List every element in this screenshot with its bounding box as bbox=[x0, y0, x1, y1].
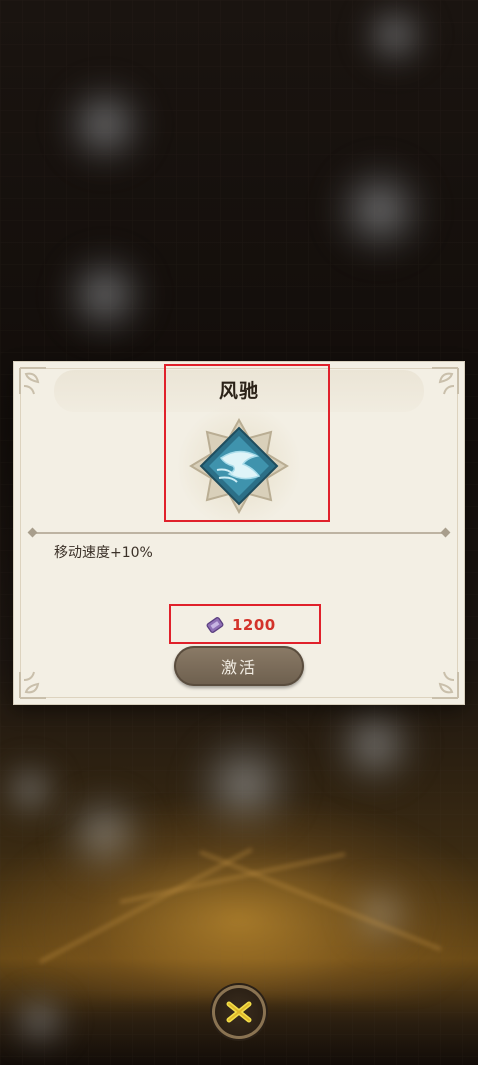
skill-description: 移动速度+10% bbox=[54, 545, 153, 561]
divider-cap bbox=[27, 527, 38, 538]
skill-activation-dialog: 风驰 移动速度+10% 1200 激活 bbox=[14, 362, 464, 704]
blurred-orb bbox=[60, 250, 150, 340]
highlight-cost-box bbox=[169, 604, 321, 644]
divider-cap bbox=[440, 527, 451, 538]
blurred-orb bbox=[360, 0, 430, 70]
corner-ornament bbox=[416, 656, 462, 702]
close-button[interactable] bbox=[212, 985, 266, 1039]
blurred-orb bbox=[330, 700, 420, 790]
floor-glow bbox=[0, 800, 478, 1000]
highlight-title-box bbox=[164, 364, 330, 522]
corner-ornament bbox=[16, 656, 62, 702]
blurred-orb bbox=[330, 160, 430, 260]
divider bbox=[27, 527, 451, 538]
activate-button-label: 激活 bbox=[220, 658, 257, 677]
close-x-icon bbox=[226, 1001, 252, 1023]
blurred-orb bbox=[60, 80, 150, 170]
activate-button[interactable]: 激活 bbox=[174, 646, 304, 686]
